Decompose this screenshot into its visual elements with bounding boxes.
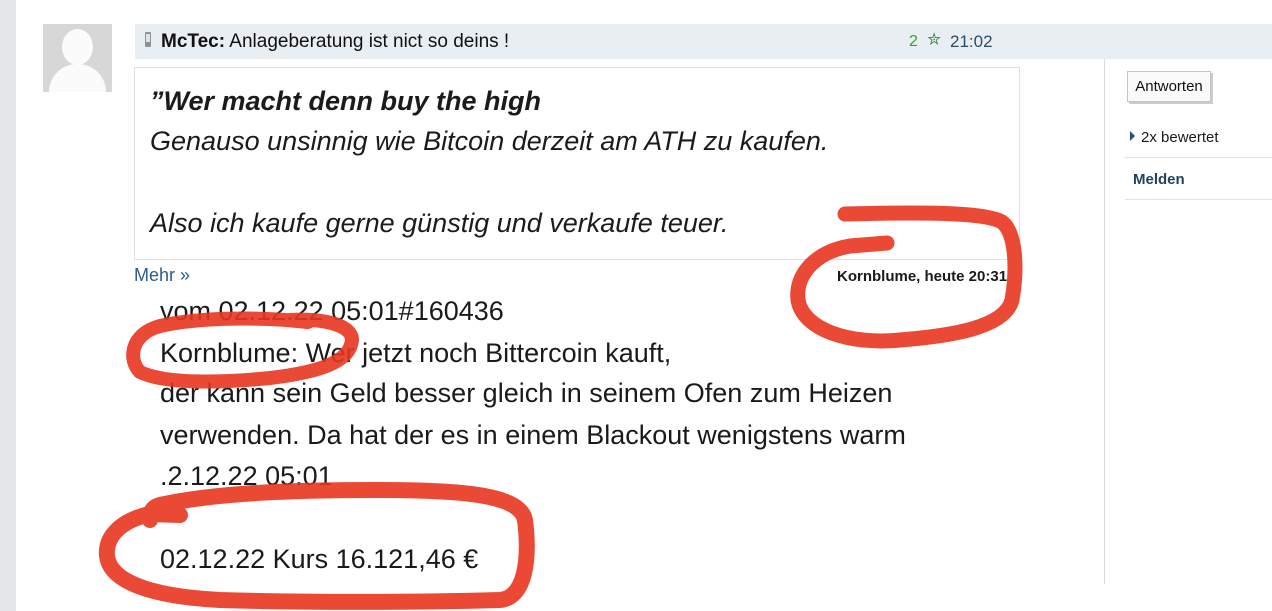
quote-source: Kornblume, heute 20:31 <box>837 268 1008 285</box>
caret-right-icon <box>1130 131 1135 141</box>
post-time: 21:02 <box>950 32 993 51</box>
reply-button[interactable]: Antworten <box>1127 71 1211 102</box>
body-line: verwenden. Da hat der es in einem Blacko… <box>160 420 906 450</box>
quote-line: Also ich kaufe gerne günstig und verkauf… <box>150 208 729 238</box>
star-icon[interactable]: ✮ <box>927 30 941 50</box>
body-line: der kann sein Geld besser gleich in sein… <box>160 378 893 408</box>
column-divider <box>1104 59 1105 584</box>
quote-box: ”Wer macht denn buy the high Genauso uns… <box>134 67 1020 260</box>
quote-line: ”Wer macht denn buy the high <box>150 86 542 116</box>
avatar-placeholder-icon <box>62 29 93 65</box>
sidebar-separator <box>1125 157 1272 158</box>
left-rail <box>0 0 16 611</box>
post-title[interactable]: McTec: Anlageberatung ist nict so deins … <box>161 31 509 53</box>
rating-count: 2 <box>909 33 918 50</box>
post-author[interactable]: McTec: <box>161 31 225 52</box>
body-line: Kornblume: Wer jetzt noch Bittercoin kau… <box>160 338 672 368</box>
post-title-text: Anlageberatung ist nict so deins ! <box>229 31 510 52</box>
more-link[interactable]: Mehr » <box>134 265 190 286</box>
report-link[interactable]: Melden <box>1133 171 1185 188</box>
rated-label: 2x bewertet <box>1141 129 1219 146</box>
avatar[interactable] <box>43 24 112 92</box>
phone-icon <box>145 32 151 47</box>
sidebar-separator <box>1125 199 1272 200</box>
body-line: .2.12.22 05:01 <box>160 461 333 491</box>
body-line: 02.12.22 Kurs 16.121,46 € <box>160 544 479 574</box>
body-line: vom 02.12.22 05:01#160436 <box>160 296 504 326</box>
post-header: McTec: Anlageberatung ist nict so deins … <box>135 24 1272 59</box>
quote-line: Genauso unsinnig wie Bitcoin derzeit am … <box>150 126 829 156</box>
rated-link[interactable]: 2x bewertet <box>1130 129 1219 146</box>
